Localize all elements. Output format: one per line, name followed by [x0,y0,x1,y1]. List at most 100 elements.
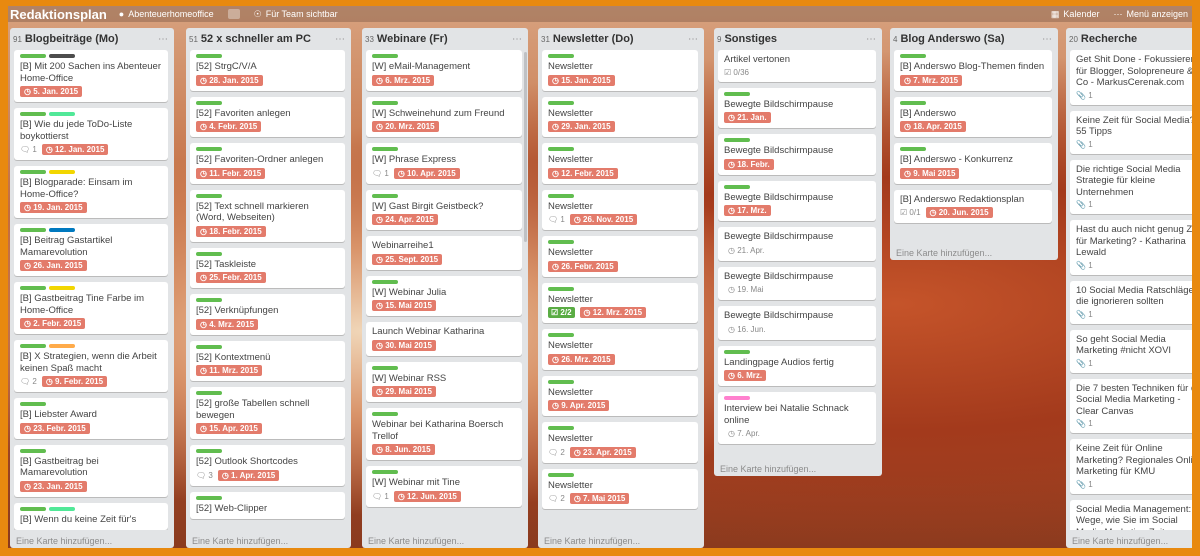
card[interactable]: Newsletter ◷ 26. Febr. 2015 [542,236,698,277]
card[interactable]: [52] StrgC/V/A ◷ 28. Jan. 2015 [190,50,345,91]
list-5[interactable]: 4 Blog Anderswo (Sa) ⋯ [B] Anderswo Blog-Th… [890,28,1058,260]
card[interactable]: Interview bei Natalie Schnack online ◷ 7.… [718,392,876,444]
card[interactable]: Newsletter 🗨 2 ◷ 23. Apr. 2015 [542,422,698,463]
list-3[interactable]: 31 Newsletter (Do) ⋯ Newsletter ◷ 15. Jan. 2… [538,28,704,548]
add-card-button[interactable]: Eine Karte hinzufügen... [192,536,288,546]
card[interactable]: [B] Blogparade: Einsam im Home-Office? ◷ … [14,166,168,218]
card[interactable]: Social Media Management: 11 Wege, wie Si… [1070,499,1192,530]
card[interactable]: Die 7 besten Techniken für die Social Me… [1070,378,1192,433]
list-6[interactable]: 20Recherche⋯ Get Shit Done - Fokussieren … [1066,28,1192,548]
card[interactable]: Keine Zeit für Social Media? 55 Tipps 📎 1 [1070,110,1192,154]
add-card-button[interactable]: Eine Karte hinzufügen... [896,248,992,258]
card[interactable]: [B] Mit 200 Sachen ins Abenteuer Home-Of… [14,50,168,102]
list-header[interactable]: 33 Webinare (Fr) ⋯ [362,28,528,50]
card[interactable]: Newsletter ◷ 12. Febr. 2015 [542,143,698,184]
card[interactable]: [52] Web-Clipper [190,491,345,519]
add-card-button[interactable]: Eine Karte hinzufügen... [16,536,112,546]
star-icon[interactable] [227,9,240,19]
list-title[interactable]: Blog Anderswo (Sa) [900,33,1004,45]
card[interactable]: Launch Webinar Katharina ◷ 30. Mai 2015 [366,322,522,356]
calendar-button[interactable]: Kalender [1063,9,1099,19]
card[interactable]: Keine Zeit für Online Marketing? Regiona… [1070,439,1192,494]
card[interactable]: [52] Favoriten anlegen ◷ 4. Febr. 2015 [190,96,345,137]
visibility-link[interactable]: ☉ Für Team sichtbar [254,9,338,20]
list-title[interactable]: 52 x schneller am PC [201,33,311,45]
card[interactable]: [B] Liebster Award ◷ 23. Febr. 2015 [14,398,168,439]
card[interactable]: Bewegte Bildschirmpause ◷ 21. Apr. [718,227,876,261]
list-0[interactable]: 91 Blogbeiträge (Mo) ⋯ [B] Mit 200 Sachen i… [10,28,174,548]
card[interactable]: [B] X Strategien, wenn die Arbeit keinen… [14,340,168,392]
card[interactable]: [52] Text schnell markieren (Word, Webse… [190,189,345,242]
list-1[interactable]: 51 52 x schneller am PC ⋯ [52] StrgC/V/A ◷ 2… [186,28,351,548]
card[interactable]: [52] Outlook Shortcodes 🗨 3 ◷ 1. Apr. 2015 [190,445,345,486]
list-2[interactable]: 33 Webinare (Fr) ⋯ [W] eMail-Management ◷ 6.… [362,28,528,548]
card[interactable]: Get Shit Done - Fokussieren für Blogger,… [1070,50,1192,105]
list-title[interactable]: Sonstiges [724,33,777,45]
card[interactable]: [W] Webinar RSS ◷ 29. Mai 2015 [366,361,522,402]
card[interactable]: Landingpage Audios fertig ◷ 6. Mrz. [718,345,876,386]
card[interactable]: Newsletter 🗨 1 ◷ 26. Nov. 2015 [542,189,698,230]
card[interactable]: [B] Anderswo ◷ 18. Apr. 2015 [894,96,1052,137]
show-menu-button[interactable]: Menü anzeigen [1126,9,1188,19]
list-header[interactable]: 91 Blogbeiträge (Mo) ⋯ [10,28,174,50]
list-header[interactable]: 9 Sonstiges ⋯ [714,28,882,50]
card[interactable]: 10 Social Media Ratschläge, die ignorier… [1070,280,1192,324]
card[interactable]: [B] Wenn du keine Zeit für's [14,502,168,530]
list-menu-icon[interactable]: ⋯ [1042,34,1052,45]
card[interactable]: Artikel vertonen ☑ 0/36 [718,50,876,82]
list-title[interactable]: Newsletter (Do) [553,33,634,45]
list-scrollbar[interactable] [524,52,527,242]
add-card-button[interactable]: Eine Karte hinzufügen... [544,536,640,546]
card[interactable]: So geht Social Media Marketing #nicht XO… [1070,329,1192,373]
list-title[interactable]: Webinare (Fr) [377,33,448,45]
card[interactable]: [52] Kontextmenü ◷ 11. Mrz. 2015 [190,340,345,381]
card[interactable]: Webinarreihe1 ◷ 25. Sept. 2015 [366,236,522,270]
card[interactable]: Webinar bei Katharina Boersch Trellof ◷ 8… [366,408,522,460]
card[interactable]: Newsletter ◷ 15. Jan. 2015 [542,50,698,91]
list-title[interactable]: Blogbeiträge (Mo) [25,33,119,45]
card[interactable]: [B] Wie du jede ToDo-Liste boykottierst 🗨… [14,108,168,160]
card[interactable]: [52] Favoriten-Ordner anlegen ◷ 11. Febr.… [190,143,345,184]
card[interactable]: Bewegte Bildschirmpause ◷ 19. Mai [718,266,876,300]
list-header[interactable]: 20Recherche⋯ [1066,28,1192,50]
card[interactable]: [B] Gastbeitrag bei Mamarevolution ◷ 23. … [14,444,168,497]
card[interactable]: [W] Phrase Express 🗨 1 ◷ 10. Apr. 2015 [366,143,522,184]
list-menu-icon[interactable]: ⋯ [866,34,876,45]
card[interactable]: [W] Schweinehund zum Freund ◷ 20. Mrz. 20… [366,96,522,137]
card[interactable]: Newsletter 🗨 2 ◷ 7. Mai 2015 [542,468,698,509]
card[interactable]: Hast du auch nicht genug Zeit für Market… [1070,220,1192,275]
list-menu-icon[interactable]: ⋯ [158,34,168,45]
card[interactable]: [52] Taskleiste ◷ 25. Febr. 2015 [190,247,345,288]
list-header[interactable]: 4 Blog Anderswo (Sa) ⋯ [890,28,1058,50]
card[interactable]: Bewegte Bildschirmpause ◷ 18. Febr. [718,134,876,175]
card[interactable]: [B] Anderswo Redaktionsplan ☑ 0/1 ◷ 20. Ju… [894,189,1052,223]
list-4[interactable]: 9 Sonstiges ⋯ Artikel vertonen ☑ 0/36 Bewegte… [714,28,882,476]
list-menu-icon[interactable]: ⋯ [335,34,345,45]
card[interactable]: [B] Anderswo Blog-Themen finden ◷ 7. Mrz.… [894,50,1052,91]
list-menu-icon[interactable]: ⋯ [512,34,522,45]
card[interactable]: [W] Webinar Julia ◷ 15. Mai 2015 [366,275,522,316]
card[interactable]: Newsletter ◷ 29. Jan. 2015 [542,96,698,137]
card[interactable]: Bewegte Bildschirmpause ◷ 17. Mrz. [718,180,876,221]
card[interactable]: [B] Anderswo - Konkurrenz ◷ 9. Mai 2015 [894,143,1052,184]
card[interactable]: [52] Verknüpfungen ◷ 4. Mrz. 2015 [190,294,345,335]
card[interactable]: [B] Beitrag Gastartikel Mamarevolution ◷ … [14,224,168,276]
card[interactable]: [W] eMail-Management ◷ 6. Mrz. 2015 [366,50,522,91]
list-header[interactable]: 31 Newsletter (Do) ⋯ [538,28,704,50]
card[interactable]: [B] Gastbeitrag Tine Farbe im Home-Offic… [14,282,168,334]
org-link[interactable]: ● Abenteuerhomeoffice [119,9,214,19]
card[interactable]: [W] Webinar mit Tine 🗨 1 ◷ 12. Jun. 2015 [366,466,522,507]
list-header[interactable]: 51 52 x schneller am PC ⋯ [186,28,351,50]
card[interactable]: Die richtige Social Media Strategie für … [1070,159,1192,214]
card[interactable]: Newsletter ◷ 9. Apr. 2015 [542,375,698,416]
card[interactable]: Newsletter ◷ 26. Mrz. 2015 [542,329,698,370]
card[interactable]: [W] Gast Birgit Geistbeck? ◷ 24. Apr. 201… [366,189,522,230]
list-menu-icon[interactable]: ⋯ [688,34,698,45]
add-card-button[interactable]: Eine Karte hinzufügen... [368,536,464,546]
card[interactable]: Bewegte Bildschirmpause ◷ 16. Jun. [718,306,876,340]
add-card-button[interactable]: Eine Karte hinzufügen... [720,464,816,474]
list-title[interactable]: Recherche [1081,33,1137,45]
add-card-button[interactable]: Eine Karte hinzufügen... [1072,536,1168,546]
card[interactable]: [52] große Tabellen schnell bewegen ◷ 15.… [190,387,345,439]
card[interactable]: Newsletter ☑ 2/2 ◷ 12. Mrz. 2015 [542,282,698,323]
